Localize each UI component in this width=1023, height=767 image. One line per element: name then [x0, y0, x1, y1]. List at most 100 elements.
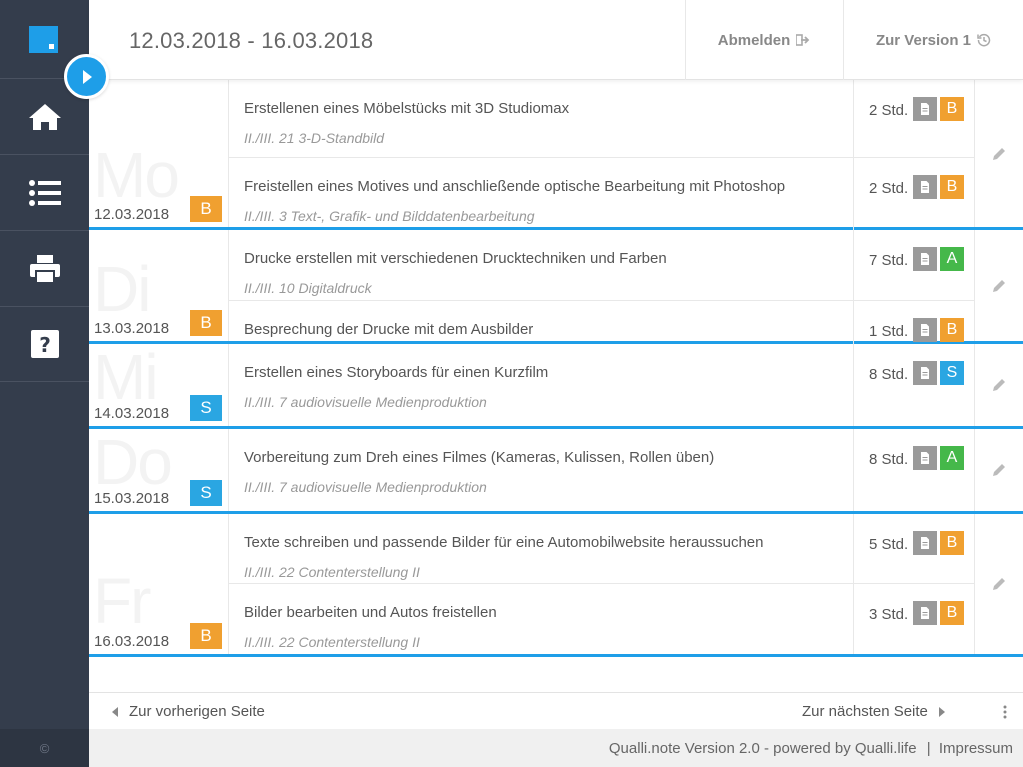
day-date: 12.03.2018 [94, 206, 170, 223]
entry-grade-badge: A [940, 247, 964, 271]
entry-subtitle: II./III. 22 Contenterstellung II [244, 564, 420, 580]
entry-title: Vorbereitung zum Dreh eines Filmes (Kame… [244, 449, 715, 466]
pencil-icon [993, 464, 1005, 476]
edit-day-button[interactable] [974, 429, 1023, 511]
entry-subtitle: II./III. 7 audiovisuelle Medienproduktio… [244, 394, 487, 410]
document-icon [921, 181, 929, 193]
document-icon [921, 607, 929, 619]
entry-title: Besprechung der Drucke mit dem Ausbilder [244, 321, 534, 338]
weekday-watermark: Mo [93, 139, 180, 211]
day-date: 14.03.2018 [94, 405, 170, 422]
more-options-button[interactable] [997, 702, 1013, 722]
document-icon [921, 103, 929, 115]
document-button[interactable] [913, 97, 937, 121]
pager: Zur vorherigen Seite Zur nächsten Seite [89, 692, 1023, 729]
entry-title: Erstellenen eines Möbelstücks mit 3D Stu… [244, 100, 570, 117]
edit-day-button[interactable] [974, 344, 1023, 426]
entry-subtitle: II./III. 7 audiovisuelle Medienproduktio… [244, 479, 487, 495]
weekday-watermark: Mi [93, 344, 159, 413]
entry-row: Bilder bearbeiten und Autos freistellen … [229, 584, 853, 654]
entry-subtitle: II./III. 21 3-D-Standbild [244, 130, 385, 146]
version-switch-button[interactable]: Zur Version 1 [843, 0, 1023, 80]
entry-row: Vorbereitung zum Dreh eines Filmes (Kame… [229, 429, 853, 511]
entry-hours: 2 Std. [869, 180, 909, 197]
day-block-wednesday: Mi 14.03.2018 S Erstellen eines Storyboa… [89, 344, 1023, 429]
day-grade-badge: S [190, 480, 222, 506]
document-icon [921, 367, 929, 379]
previous-page-link[interactable]: Zur vorherigen Seite [112, 703, 265, 720]
day-grade-badge: B [190, 623, 222, 649]
entry-hours: 8 Std. [869, 366, 909, 383]
document-button[interactable] [913, 361, 937, 385]
pencil-icon [993, 379, 1005, 391]
day-summary: Do 15.03.2018 S [89, 429, 229, 511]
list-icon [28, 179, 61, 206]
page-title: 12.03.2018 - 16.03.2018 [129, 28, 374, 53]
entry-grade-badge: B [940, 97, 964, 121]
caret-right-icon [938, 706, 945, 717]
logout-button[interactable]: Abmelden [685, 0, 843, 80]
help-icon: ? [30, 330, 59, 358]
entry-hours-cell: 8 Std. A [853, 429, 974, 511]
entry-subtitle: II./III. 3 Text-, Grafik- und Bilddatenb… [244, 208, 535, 224]
entry-grade-badge: S [940, 361, 964, 385]
edit-day-button[interactable] [974, 514, 1023, 654]
caret-left-icon [112, 706, 118, 717]
previous-page-label: Zur vorherigen Seite [129, 703, 265, 720]
next-page-label: Zur nächsten Seite [802, 703, 928, 720]
entry-hours-cell: 7 Std. A [853, 230, 974, 301]
sidebar-toggle-button[interactable] [64, 54, 109, 99]
svg-text:?: ? [39, 333, 51, 357]
document-icon [921, 324, 929, 336]
entry-hours: 2 Std. [869, 102, 909, 119]
document-button[interactable] [913, 175, 937, 199]
history-icon [977, 33, 991, 47]
entry-hours: 8 Std. [869, 451, 909, 468]
sidebar-item-list[interactable] [0, 154, 89, 230]
pencil-icon [993, 147, 1005, 160]
document-button[interactable] [913, 531, 937, 555]
day-date: 15.03.2018 [94, 490, 170, 507]
entry-row: Erstellenen eines Möbelstücks mit 3D Stu… [229, 80, 853, 158]
entry-hours-cell: 2 Std. B [853, 158, 974, 230]
day-grade-badge: B [190, 196, 222, 222]
weekday-watermark: Fr [93, 565, 151, 637]
document-icon [921, 452, 929, 464]
next-page-link[interactable]: Zur nächsten Seite [802, 703, 945, 720]
entry-grade-badge: B [940, 601, 964, 625]
entry-hours: 1 Std. [869, 323, 909, 340]
sidebar-item-print[interactable] [0, 230, 89, 306]
entry-hours: 7 Std. [869, 252, 909, 269]
entry-grade-badge: A [940, 446, 964, 470]
footer-powered-by: Qualli.note Version 2.0 - powered by Qua… [608, 740, 917, 757]
document-icon [921, 253, 929, 265]
entry-hours-cell: 2 Std. B [853, 80, 974, 158]
document-icon [921, 537, 929, 549]
edit-day-button[interactable] [974, 230, 1023, 341]
footer-separator: | [926, 740, 931, 757]
sidebar-item-help[interactable]: ? [0, 306, 89, 382]
app-logo[interactable] [29, 26, 58, 53]
day-date: 16.03.2018 [94, 633, 170, 650]
entry-row: Besprechung der Drucke mit dem Ausbilder [229, 301, 853, 344]
entry-row: Drucke erstellen mit verschiedenen Druck… [229, 230, 853, 301]
day-grade-badge: S [190, 395, 222, 421]
entry-row: Erstellen eines Storyboards für einen Ku… [229, 344, 853, 426]
document-button[interactable] [913, 446, 937, 470]
logout-icon [796, 34, 810, 46]
home-icon [28, 103, 61, 130]
weekday-watermark: Do [93, 429, 173, 498]
entry-hours-cell: 1 Std. B [853, 301, 974, 344]
document-button[interactable] [913, 247, 937, 271]
edit-day-button[interactable] [974, 80, 1023, 227]
entry-title: Bilder bearbeiten und Autos freistellen [244, 604, 497, 621]
document-button[interactable] [913, 318, 937, 342]
impressum-link[interactable]: Impressum [939, 740, 1013, 757]
document-button[interactable] [913, 601, 937, 625]
day-summary: Mo 12.03.2018 B [89, 80, 229, 227]
entry-hours: 5 Std. [869, 536, 909, 553]
day-block-thursday: Do 15.03.2018 S Vorbereitung zum Dreh ei… [89, 429, 1023, 514]
day-block-monday: Mo 12.03.2018 B Erstellenen eines Möbels… [89, 80, 1023, 230]
vertical-dots-icon [1003, 705, 1007, 719]
entry-hours-cell: 5 Std. B [853, 514, 974, 584]
